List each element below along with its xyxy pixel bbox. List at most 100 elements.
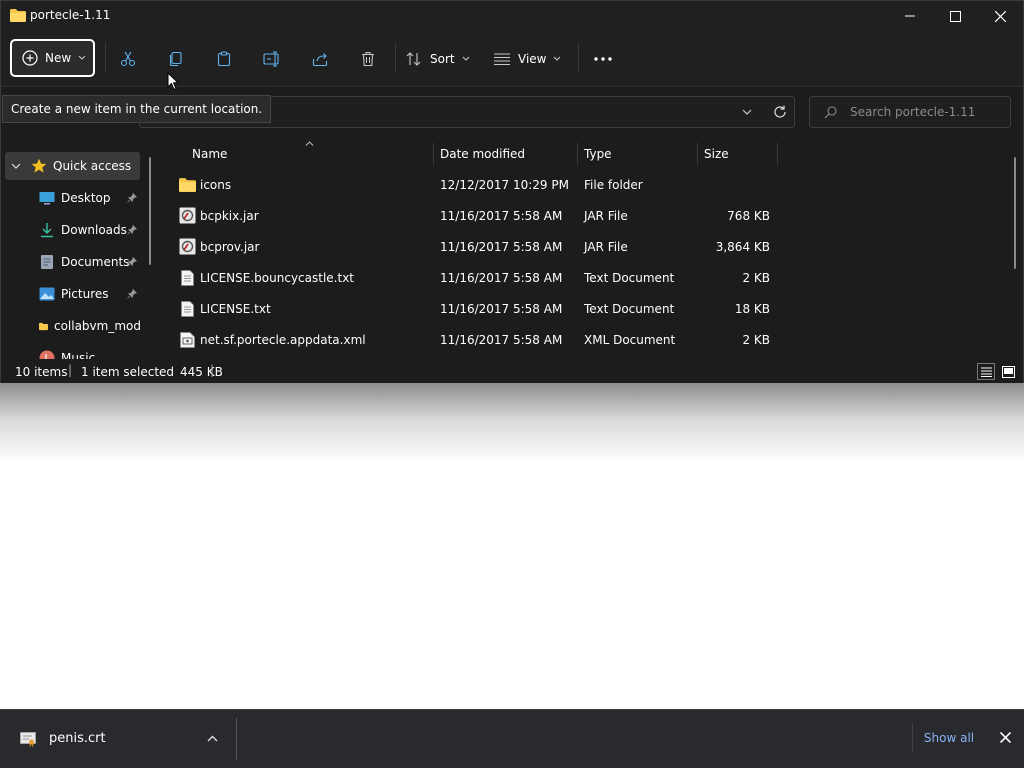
nav-label: Desktop <box>61 191 111 205</box>
rename-button[interactable] <box>257 31 287 86</box>
command-bar: New Sort View <box>1 31 1023 87</box>
file-row[interactable]: LICENSE.txt 11/16/2017 5:58 AM Text Docu… <box>161 294 781 324</box>
column-header-name[interactable]: Name <box>192 141 227 167</box>
nav-item-quick-access[interactable]: Quick access <box>5 152 140 180</box>
nav-item-music[interactable]: Music <box>1 344 141 359</box>
nav-item-downloads[interactable]: Downloads <box>1 216 141 244</box>
chevron-down-icon <box>78 55 86 60</box>
file-row[interactable]: bcpkix.jar 11/16/2017 5:58 AM JAR File 7… <box>161 201 781 231</box>
more-options-button[interactable] <box>589 31 617 86</box>
pin-icon[interactable] <box>127 257 137 267</box>
pin-icon[interactable] <box>127 193 137 203</box>
chevron-down-icon[interactable] <box>742 109 752 116</box>
status-separator: | <box>210 363 215 377</box>
nav-item-collabvm-mod[interactable]: collabvm_mod <box>1 312 141 340</box>
file-name: LICENSE.txt <box>200 302 271 316</box>
copy-icon <box>169 51 182 66</box>
file-size <box>704 170 770 200</box>
title-bar: portecle-1.11 <box>1 1 1023 31</box>
cut-button[interactable] <box>113 31 143 86</box>
file-size: 2 KB <box>742 333 770 347</box>
view-list-icon <box>494 52 510 65</box>
column-divider[interactable] <box>433 143 434 165</box>
file-date: 11/16/2017 5:58 AM <box>440 240 563 254</box>
chevron-down-icon[interactable] <box>11 163 21 170</box>
file-type: File folder <box>584 178 643 192</box>
column-divider[interactable] <box>577 143 578 165</box>
nav-label: Documents <box>61 255 130 269</box>
file-row[interactable]: net.sf.portecle.appdata.xml 11/16/2017 5… <box>161 325 781 355</box>
sort-arrow-up-icon <box>305 141 314 146</box>
nav-item-documents[interactable]: Documents <box>1 248 141 276</box>
nav-label: Pictures <box>61 287 109 301</box>
details-view-button[interactable] <box>977 363 995 380</box>
file-name: icons <box>200 178 232 192</box>
column-header-type[interactable]: Type <box>584 141 612 167</box>
folder-icon <box>10 9 26 22</box>
text-file-icon <box>181 270 194 286</box>
download-divider <box>236 718 237 760</box>
search-placeholder: Search portecle-1.11 <box>850 105 976 119</box>
documents-icon <box>41 255 53 269</box>
minimize-icon <box>905 15 915 17</box>
nav-item-desktop[interactable]: Desktop <box>1 184 141 212</box>
paste-button[interactable] <box>209 31 239 86</box>
tiles-view-icon <box>1001 365 1015 378</box>
nav-item-pictures[interactable]: Pictures <box>1 280 141 308</box>
chevron-down-icon <box>554 56 561 61</box>
music-icon <box>39 350 55 359</box>
nav-scrollbar[interactable] <box>149 157 151 265</box>
tiles-view-button[interactable] <box>999 363 1017 380</box>
download-filename: penis.crt <box>49 731 106 746</box>
toolbar-divider <box>578 43 579 73</box>
share-button[interactable] <box>305 31 335 86</box>
jar-icon <box>179 207 196 224</box>
column-divider[interactable] <box>697 143 698 165</box>
details-view-icon <box>980 367 992 377</box>
file-size: 3,864 KB <box>715 240 770 254</box>
file-row[interactable]: bcprov.jar 11/16/2017 5:58 AM JAR File 3… <box>161 232 781 262</box>
file-list-scrollbar[interactable] <box>1014 157 1016 269</box>
folder-icon <box>179 178 196 192</box>
maximize-button[interactable] <box>932 1 978 31</box>
clipboard-icon <box>217 50 231 66</box>
pin-icon[interactable] <box>127 225 137 235</box>
file-type: JAR File <box>584 209 628 223</box>
search-box[interactable]: Search portecle-1.11 <box>809 96 1011 128</box>
file-date: 11/16/2017 5:58 AM <box>440 333 563 347</box>
pin-icon[interactable] <box>127 289 137 299</box>
new-button[interactable]: New <box>10 39 95 77</box>
file-type: Text Document <box>584 271 675 285</box>
column-header-date[interactable]: Date modified <box>440 141 525 167</box>
column-header-size[interactable]: Size <box>704 141 729 167</box>
pictures-icon <box>39 287 55 301</box>
new-button-label: New <box>45 51 72 65</box>
refresh-icon[interactable] <box>773 105 787 119</box>
file-date: 11/16/2017 5:58 AM <box>440 302 563 316</box>
show-all-button[interactable]: Show all <box>912 724 985 752</box>
file-name: LICENSE.bouncycastle.txt <box>200 271 354 285</box>
maximize-icon <box>949 10 961 22</box>
minimize-button[interactable] <box>887 1 933 31</box>
more-icon <box>594 56 612 61</box>
chevron-up-icon[interactable] <box>207 735 218 742</box>
view-label: View <box>518 51 547 66</box>
nav-label: Quick access <box>53 159 132 173</box>
mouse-cursor-icon <box>167 72 179 91</box>
file-name: bcpkix.jar <box>200 209 259 223</box>
view-button[interactable]: View <box>493 31 571 86</box>
file-type: JAR File <box>584 240 628 254</box>
folder-icon <box>39 322 48 330</box>
new-button-tooltip: Create a new item in the current locatio… <box>2 95 272 123</box>
file-name: net.sf.portecle.appdata.xml <box>200 333 366 347</box>
download-item[interactable]: penis.crt <box>0 710 236 767</box>
file-row[interactable]: LICENSE.bouncycastle.txt 11/16/2017 5:58… <box>161 263 781 293</box>
sort-button[interactable]: Sort <box>405 31 477 86</box>
close-icon[interactable] <box>1000 732 1011 743</box>
file-row[interactable]: icons 12/12/2017 10:29 PM File folder <box>161 170 781 200</box>
nav-label: Downloads <box>61 223 127 237</box>
column-divider[interactable] <box>777 143 778 165</box>
sort-label: Sort <box>430 51 455 66</box>
delete-button[interactable] <box>353 31 383 86</box>
close-button[interactable] <box>977 1 1023 31</box>
